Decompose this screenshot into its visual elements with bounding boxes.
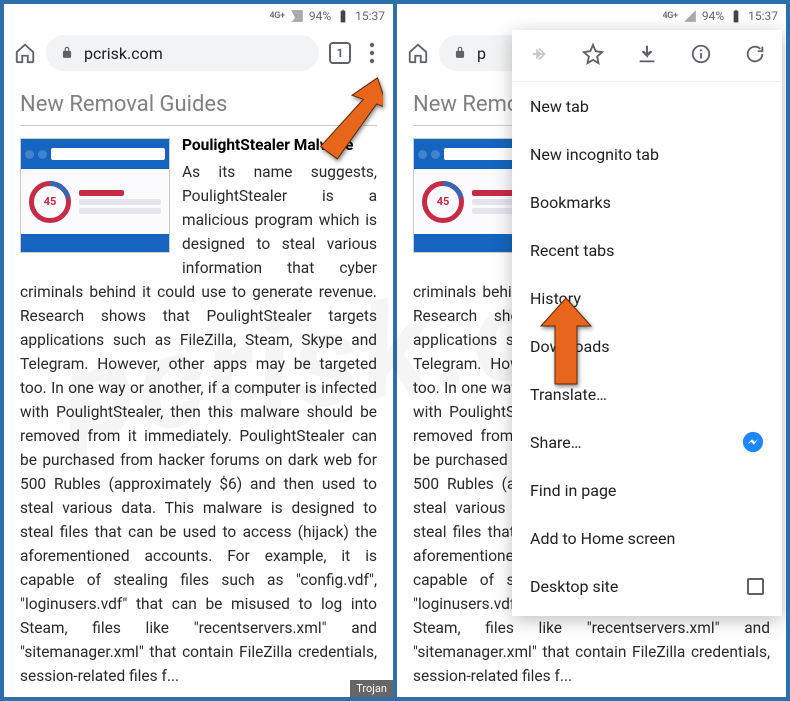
menu-recent-tabs[interactable]: Recent tabs	[512, 226, 782, 274]
reload-icon[interactable]	[744, 43, 766, 69]
clock: 15:37	[748, 9, 778, 23]
signal-icon	[683, 9, 697, 23]
phone-left: 4G+ 94% 15:37 pcrisk.com 1 New Removal G…	[4, 4, 393, 697]
status-bar: 4G+ 94% 15:37	[397, 4, 786, 28]
category-tag: Trojan	[350, 680, 393, 697]
annotation-arrow-history	[531, 298, 601, 388]
article-thumbnail[interactable]: 45	[20, 138, 170, 253]
clock: 15:37	[355, 9, 385, 23]
url-text-short: p	[477, 44, 486, 63]
lock-icon	[60, 44, 74, 63]
home-icon[interactable]	[14, 42, 36, 64]
battery-icon	[729, 9, 743, 23]
lock-icon	[453, 44, 467, 63]
menu-top-actions	[512, 30, 782, 82]
star-icon[interactable]	[582, 43, 604, 69]
annotation-arrow-menu	[313, 70, 383, 160]
status-bar: 4G+ 94% 15:37	[4, 4, 393, 28]
menu-add-home[interactable]: Add to Home screen	[512, 514, 782, 562]
menu-bookmarks[interactable]: Bookmarks	[512, 178, 782, 226]
menu-find[interactable]: Find in page	[512, 466, 782, 514]
battery-pct: 94%	[309, 9, 331, 23]
gauge-value: 45	[422, 181, 464, 223]
home-icon[interactable]	[407, 42, 429, 64]
battery-pct: 94%	[702, 9, 724, 23]
tab-switcher[interactable]: 1	[329, 42, 351, 64]
info-icon[interactable]	[690, 43, 712, 69]
gauge-value: 45	[29, 181, 71, 223]
download-icon[interactable]	[636, 43, 658, 69]
forward-icon	[528, 43, 550, 69]
menu-button[interactable]	[361, 42, 383, 64]
page-content: New Removal Guides 45 PoulightStealer Ma…	[4, 78, 393, 688]
battery-icon	[336, 9, 350, 23]
menu-incognito[interactable]: New incognito tab	[512, 130, 782, 178]
network-label: 4G+	[662, 11, 677, 21]
menu-share[interactable]: Share…	[512, 418, 782, 466]
signal-icon	[290, 9, 304, 23]
messenger-icon	[742, 431, 764, 453]
phone-right: 4G+ 94% 15:37 p New Removal Guides 45 Po…	[397, 4, 786, 697]
url-text: pcrisk.com	[84, 44, 163, 63]
address-bar[interactable]: pcrisk.com	[46, 35, 319, 71]
network-label: 4G+	[269, 11, 284, 21]
checkbox-icon[interactable]	[747, 578, 764, 595]
menu-new-tab[interactable]: New tab	[512, 82, 782, 130]
menu-desktop-site[interactable]: Desktop site	[512, 562, 782, 610]
